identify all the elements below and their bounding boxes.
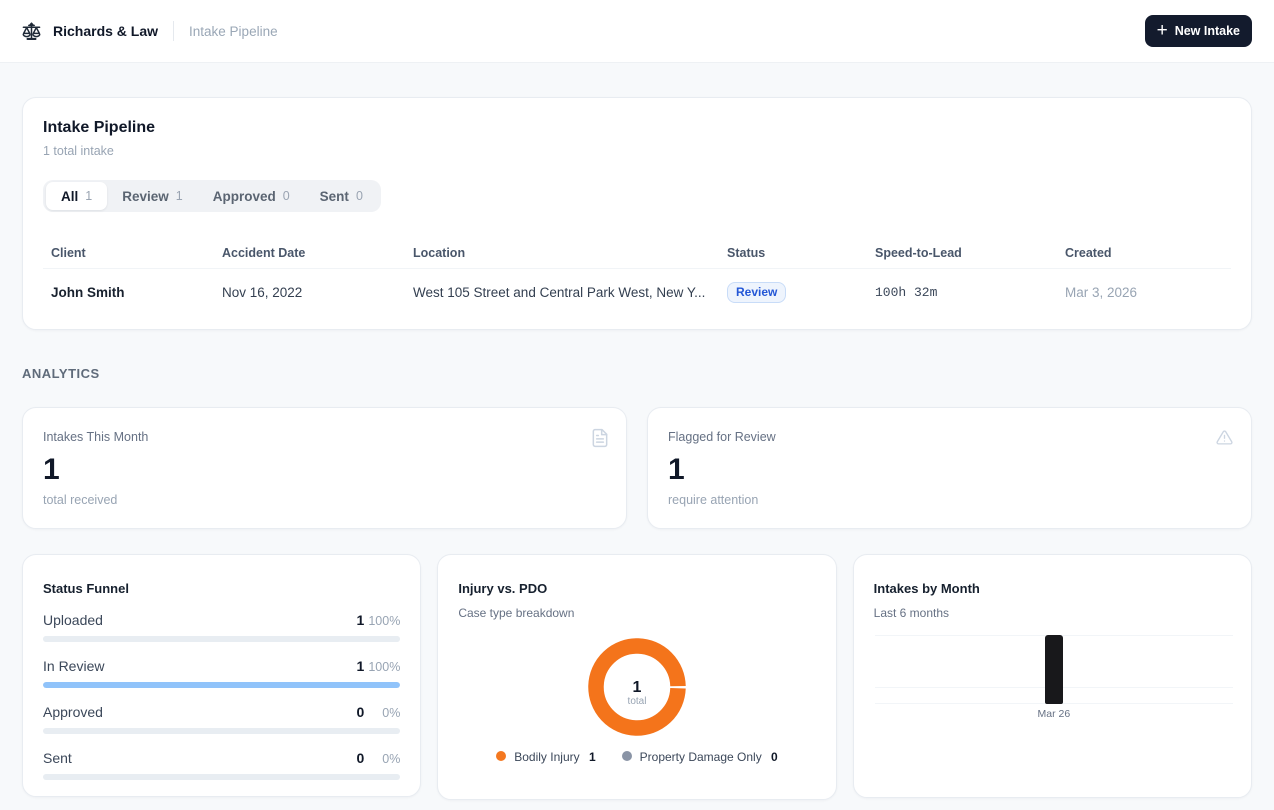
svg-text:1: 1 bbox=[633, 679, 642, 696]
svg-text:total: total bbox=[628, 696, 647, 707]
